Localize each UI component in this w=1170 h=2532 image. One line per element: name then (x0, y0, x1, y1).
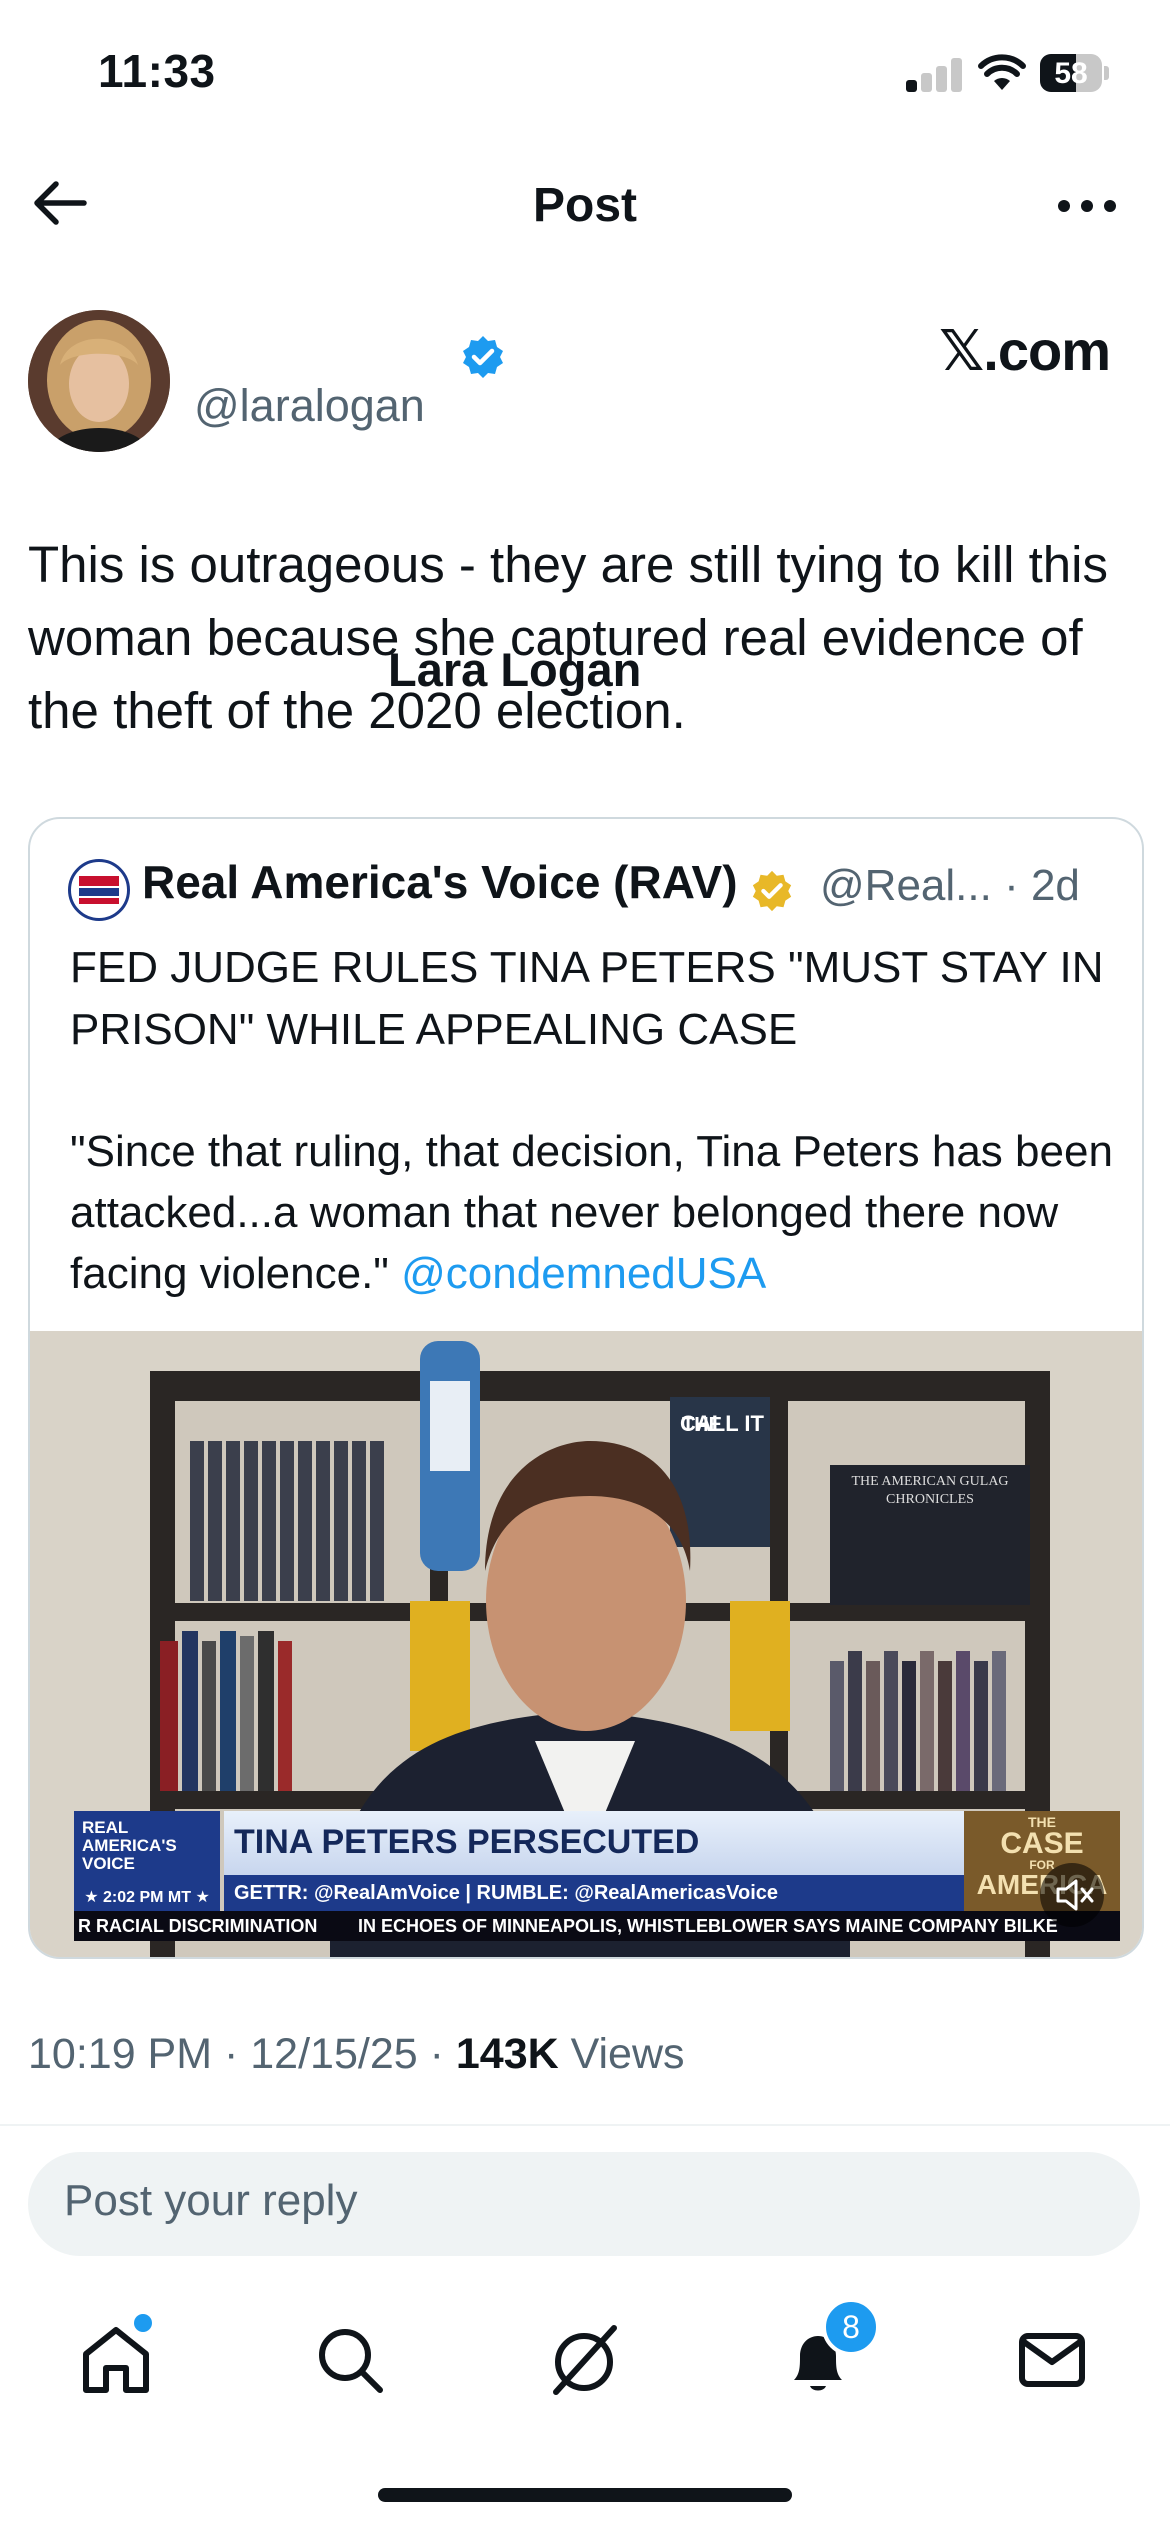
page-title: Post (532, 179, 637, 232)
books-banner: THE AMERICAN GULAG CHRONICLES (851, 1474, 1008, 1507)
news-subtitle: GETTR: @RealAmVoice | RUMBLE: @RealAmeri… (234, 1882, 778, 1904)
quote-author-name: Real America's Voice (RAV) (142, 856, 738, 908)
more-options-icon[interactable] (1056, 196, 1118, 216)
battery-level: 58 (1054, 57, 1088, 90)
home-indicator (378, 2488, 792, 2502)
notification-badge: 8 (822, 2298, 880, 2356)
home-unread-dot (134, 2314, 152, 2332)
quote-author-handle: @Real... (820, 861, 992, 910)
grok-icon (553, 2325, 617, 2395)
video-player[interactable]: THE THE AMERICAN GULAG CHRONICLES CALL I… (30, 1331, 1142, 1957)
search-icon (319, 2329, 383, 2393)
quote-time: · 2d (1004, 861, 1080, 910)
views-label: Views (558, 2030, 685, 2078)
quote-author-row: Real America's Voice (RAV) (142, 855, 794, 918)
reply-placeholder: Post your reply (64, 2176, 358, 2225)
tab-home[interactable] (76, 2314, 156, 2400)
tab-search[interactable] (310, 2320, 390, 2400)
svg-text:THE AMERICAN GULAG: THE AMERICAN GULAG (851, 1474, 1008, 1489)
muted-speaker-icon (1056, 1879, 1094, 1911)
news-title: TINA PETERS PERSECUTED (234, 1823, 700, 1861)
divider (0, 2124, 1170, 2126)
broadcast-time: ★ 2:02 PM MT ★ (84, 1889, 210, 1906)
verified-badge-icon (460, 334, 506, 385)
post-timestamp: 10:19 PM · 12/15/25 · (28, 2030, 456, 2078)
book-small-label: CALL IT (680, 1411, 764, 1436)
home-icon (83, 2327, 149, 2393)
news-title-bar: TINA PETERS PERSECUTED (224, 1811, 964, 1875)
avatar[interactable] (28, 310, 170, 452)
network-logo: REAL AMERICA'S VOICE ★ 2:02 PM MT ★ (74, 1811, 220, 1911)
author-name-row[interactable]: Lara Logan (194, 320, 641, 696)
verified-gold-badge-icon (750, 869, 794, 918)
post-text: This is outrageous - they are still tyin… (28, 536, 1108, 739)
quote-body: "Since that ruling, that decision, Tina … (70, 1121, 1120, 1304)
tab-notifications[interactable]: 8 (778, 2298, 880, 2400)
network-logo-text: REAL AMERICA'S VOICE (82, 1818, 177, 1873)
quote-avatar (68, 859, 130, 921)
views-count: 143K (455, 2030, 559, 2078)
news-subtitle-bar: GETTR: @RealAmVoice | RUMBLE: @RealAmeri… (224, 1875, 964, 1911)
quote-meta: @Real... · 2d (820, 861, 1080, 911)
svg-text:CHRONICLES: CHRONICLES (886, 1492, 974, 1507)
author-handle[interactable]: @laralogan (194, 380, 425, 432)
quote-headline: FED JUDGE RULES TINA PETERS "MUST STAY I… (70, 943, 1104, 1054)
ticker-right: IN ECHOES OF MINNEAPOLIS, WHISTLEBLOWER … (358, 1916, 1058, 1936)
news-lower-third: REAL AMERICA'S VOICE ★ 2:02 PM MT ★ TINA… (74, 1811, 1120, 1911)
brand-label: 𝕏.com (939, 319, 1111, 382)
post-timestamp-views: 10:19 PM · 12/15/25 · 143K Views (28, 2030, 685, 2079)
news-ticker: R RACIAL DISCRIMINATION IN ECHOES OF MIN… (74, 1911, 1120, 1941)
tab-grok[interactable] (544, 2320, 624, 2400)
notification-count: 8 (842, 2309, 860, 2345)
mention-link[interactable]: @condemnedUSA (401, 1249, 766, 1298)
mail-icon (1019, 2333, 1085, 2387)
show-logo-main: CASE (1000, 1827, 1084, 1860)
reply-input[interactable]: Post your reply (28, 2152, 1140, 2256)
cellular-signal-icon (906, 58, 962, 92)
battery-icon: 58 (1040, 54, 1109, 92)
tab-messages[interactable] (1012, 2320, 1092, 2400)
wifi-icon (978, 54, 1026, 97)
ticker-left: R RACIAL DISCRIMINATION (78, 1916, 318, 1936)
mute-button[interactable] (1040, 1863, 1104, 1927)
status-time: 11:33 (98, 45, 216, 97)
quoted-post-card[interactable]: Real America's Voice (RAV) @Real... · 2d… (28, 817, 1144, 1959)
